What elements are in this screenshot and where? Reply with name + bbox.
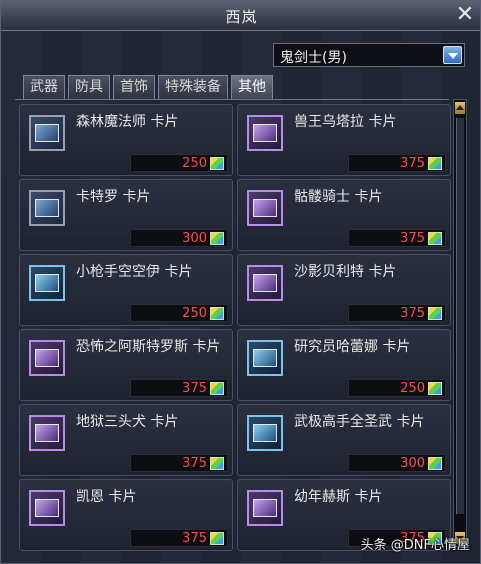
price-value: 250	[400, 381, 425, 396]
card-name: 研究员哈蕾娜 卡片	[294, 339, 411, 355]
card-name: 小枪手空空伊 卡片	[76, 264, 193, 280]
card-name: 骷髅骑士 卡片	[294, 189, 383, 205]
card-item[interactable]: 研究员哈蕾娜 卡片 250	[237, 329, 451, 401]
card-thumbnail-icon	[247, 415, 283, 451]
scroll-thumb[interactable]	[456, 118, 464, 514]
price-box: 375	[130, 454, 228, 472]
card-thumbnail-icon	[29, 415, 65, 451]
card-art	[35, 499, 59, 517]
card-thumbnail-icon	[247, 115, 283, 151]
price-value: 375	[182, 531, 207, 546]
card-art	[35, 124, 59, 142]
price-value: 250	[182, 306, 207, 321]
card-item[interactable]: 恐怖之阿斯特罗斯 卡片 375	[19, 329, 233, 401]
card-thumbnail-icon	[247, 190, 283, 226]
item-list: 森林魔法师 卡片 250 兽王乌塔拉 卡片 375 卡特罗 卡片 300 骷髅骑士 卡片 37…	[15, 99, 451, 551]
card-art	[253, 274, 277, 292]
card-item[interactable]: 卡特罗 卡片 300	[19, 179, 233, 251]
card-name: 森林魔法师 卡片	[76, 114, 179, 130]
card-art	[35, 199, 59, 217]
card-art	[35, 349, 59, 367]
card-thumbnail-icon	[29, 265, 65, 301]
cera-icon	[210, 532, 224, 545]
tab-2[interactable]: 首饰	[113, 75, 155, 99]
price-box: 250	[130, 154, 228, 172]
cera-icon	[428, 457, 442, 470]
tab-3[interactable]: 特殊装备	[158, 75, 228, 99]
price-box: 375	[130, 529, 228, 547]
card-art	[35, 274, 59, 292]
price-box: 250	[130, 304, 228, 322]
price-value: 375	[182, 456, 207, 471]
card-item[interactable]: 武极高手全圣武 卡片 300	[237, 404, 451, 476]
card-thumbnail-icon	[247, 340, 283, 376]
card-name: 卡特罗 卡片	[76, 189, 151, 205]
price-value: 375	[400, 306, 425, 321]
card-item[interactable]: 森林魔法师 卡片 250	[19, 104, 233, 176]
cera-icon	[210, 232, 224, 245]
card-item[interactable]: 兽王乌塔拉 卡片 375	[237, 104, 451, 176]
tab-1[interactable]: 防具	[68, 75, 110, 99]
price-value: 375	[400, 231, 425, 246]
card-item[interactable]: 地狱三头犬 卡片 375	[19, 404, 233, 476]
job-select[interactable]: 鬼剑士(男)	[273, 43, 465, 67]
chevron-down-icon[interactable]	[443, 46, 462, 64]
card-name: 地狱三头犬 卡片	[76, 414, 179, 430]
scroll-up-icon[interactable]	[455, 102, 465, 114]
card-name: 沙影贝利特 卡片	[294, 264, 397, 280]
card-item[interactable]: 沙影贝利特 卡片 375	[237, 254, 451, 326]
tab-4[interactable]: 其他	[231, 75, 273, 99]
card-art	[253, 124, 277, 142]
price-box: 375	[348, 229, 446, 247]
cera-icon	[210, 457, 224, 470]
card-item[interactable]: 小枪手空空伊 卡片 250	[19, 254, 233, 326]
card-thumbnail-icon	[247, 265, 283, 301]
card-thumbnail-icon	[29, 190, 65, 226]
tab-0[interactable]: 武器	[23, 75, 65, 99]
price-box: 375	[348, 154, 446, 172]
card-thumbnail-icon	[29, 115, 65, 151]
cera-icon	[428, 307, 442, 320]
card-art	[253, 349, 277, 367]
price-value: 375	[182, 381, 207, 396]
price-value: 375	[400, 156, 425, 171]
cera-icon	[428, 157, 442, 170]
card-item[interactable]: 凯恩 卡片 375	[19, 479, 233, 551]
card-art	[35, 424, 59, 442]
price-value: 250	[182, 156, 207, 171]
cera-icon	[210, 382, 224, 395]
shop-window: 西岚 ✕ 鬼剑士(男) 武器 防具 首饰 特殊装备 其他 森林魔法师 卡片 250 兽王乌塔…	[0, 0, 481, 564]
price-box: 300	[130, 229, 228, 247]
card-name: 武极高手全圣武 卡片	[294, 414, 425, 430]
card-thumbnail-icon	[247, 490, 283, 526]
card-item[interactable]: 骷髅骑士 卡片 375	[237, 179, 451, 251]
cera-icon	[210, 157, 224, 170]
job-select-value: 鬼剑士(男)	[280, 50, 347, 66]
card-art	[253, 199, 277, 217]
price-box: 375	[130, 379, 228, 397]
price-box: 375	[348, 304, 446, 322]
titlebar: 西岚 ✕	[1, 1, 480, 31]
card-name: 兽王乌塔拉 卡片	[294, 114, 397, 130]
card-name: 凯恩 卡片	[76, 489, 137, 505]
category-tabs: 武器 防具 首饰 特殊装备 其他	[23, 75, 273, 99]
window-title: 西岚	[225, 8, 258, 26]
price-box: 300	[348, 454, 446, 472]
scrollbar[interactable]	[453, 99, 467, 547]
card-name: 恐怖之阿斯特罗斯 卡片	[76, 339, 221, 355]
card-name: 幼年赫斯 卡片	[294, 489, 383, 505]
cera-icon	[428, 232, 442, 245]
cera-icon	[428, 382, 442, 395]
price-box: 250	[348, 379, 446, 397]
close-icon[interactable]: ✕	[454, 4, 476, 27]
watermark: 头条 @DNF心情屋	[360, 538, 470, 553]
card-thumbnail-icon	[29, 490, 65, 526]
price-value: 300	[182, 231, 207, 246]
card-thumbnail-icon	[29, 340, 65, 376]
price-value: 300	[400, 456, 425, 471]
card-art	[253, 424, 277, 442]
cera-icon	[210, 307, 224, 320]
card-art	[253, 499, 277, 517]
